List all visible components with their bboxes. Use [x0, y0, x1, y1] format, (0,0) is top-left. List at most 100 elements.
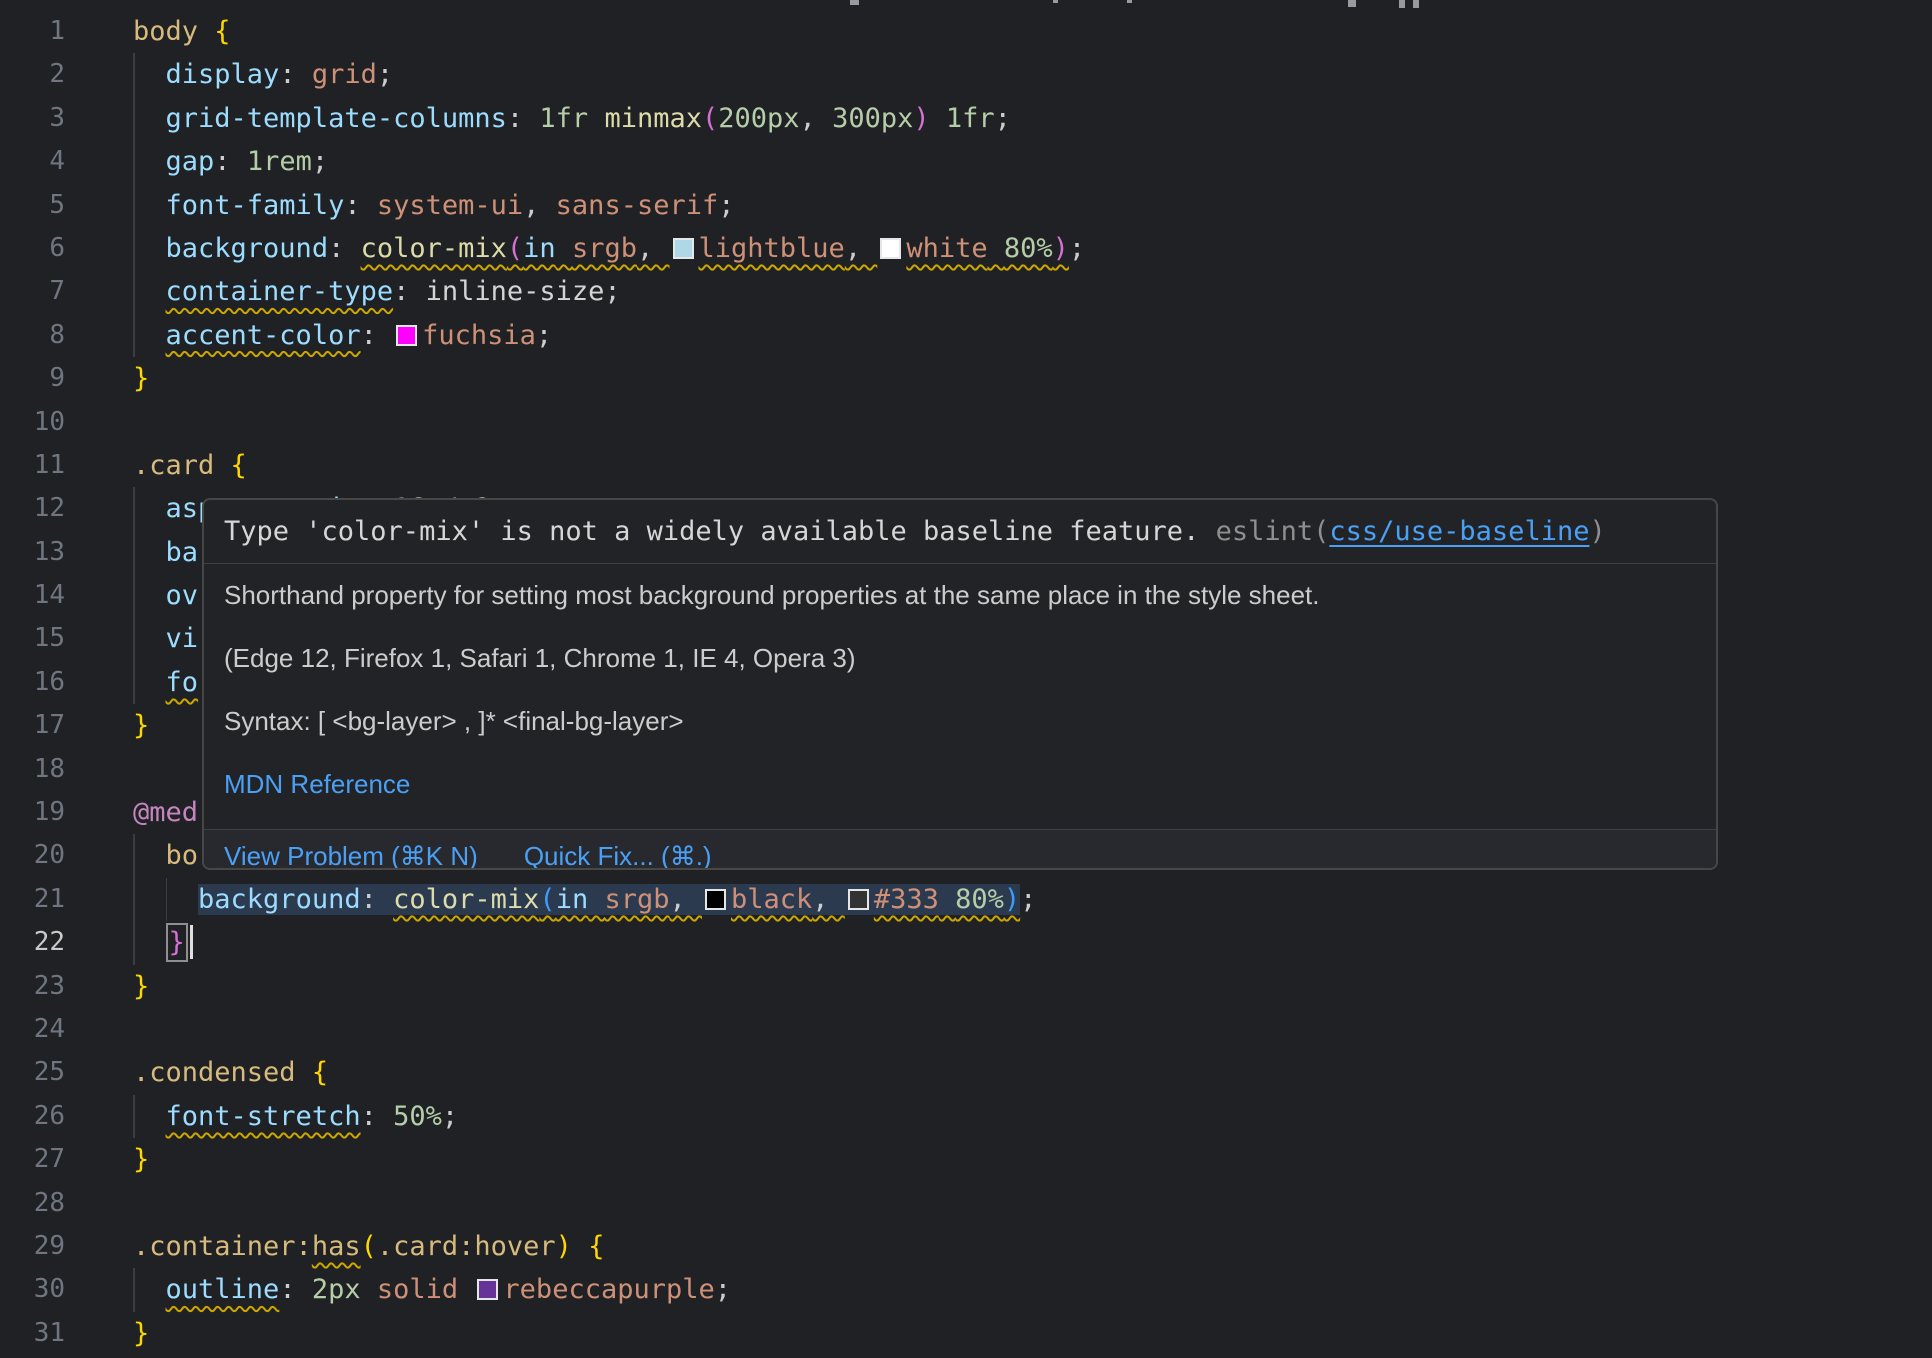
- line-number: 27: [0, 1138, 65, 1181]
- code-line-23[interactable]: 23}: [0, 965, 1932, 1008]
- line-number: 4: [0, 140, 65, 183]
- code-token: (: [507, 233, 523, 264]
- color-swatch[interactable]: [673, 238, 694, 259]
- indent-guide: [133, 661, 135, 704]
- clipped-glyph-fragment: [1348, 0, 1356, 7]
- warning-squiggle: color-mix(in srgb, lightblue, white 80%): [361, 233, 1069, 264]
- code-line-10[interactable]: 10: [0, 401, 1932, 444]
- code-token: [133, 233, 166, 264]
- line-number: 11: [0, 444, 65, 487]
- code-token: .card: [133, 450, 231, 481]
- problem-message-text: Type 'color-mix' is not a widely availab…: [224, 516, 1216, 547]
- hover-doc-paragraph: (Edge 12, Firefox 1, Safari 1, Chrome 1,…: [224, 640, 1696, 677]
- code-line-5[interactable]: 5 font-family: system-ui, sans-serif;: [0, 184, 1932, 227]
- code-token: ): [1004, 884, 1020, 915]
- code-token: [133, 623, 166, 654]
- code-line-7[interactable]: 7 container-type: inline-size;: [0, 270, 1932, 313]
- code-line-26[interactable]: 26 font-stretch: 50%;: [0, 1095, 1932, 1138]
- code-line-28[interactable]: 28: [0, 1182, 1932, 1225]
- code-token: ,: [800, 103, 833, 134]
- code-line-27[interactable]: 27}: [0, 1138, 1932, 1181]
- code-line-8[interactable]: 8 accent-color: fuchsia;: [0, 314, 1932, 357]
- code-token: container-type: [166, 276, 394, 307]
- code-line-9[interactable]: 9}: [0, 357, 1932, 400]
- code-line-24[interactable]: 24: [0, 1008, 1932, 1051]
- code-token: :: [328, 233, 361, 264]
- code-token: :: [279, 59, 312, 90]
- code-token: ;: [715, 1274, 731, 1305]
- code-line-4[interactable]: 4 gap: 1rem;: [0, 140, 1932, 183]
- code-line-1[interactable]: 1body {: [0, 10, 1932, 53]
- clipped-glyph-fragment: [1053, 0, 1058, 3]
- code-token: :: [344, 190, 377, 221]
- line-number: 1: [0, 10, 65, 53]
- color-swatch[interactable]: [848, 889, 869, 910]
- code-line-25[interactable]: 25.condensed {: [0, 1051, 1932, 1094]
- code-token: ;: [377, 59, 393, 90]
- code-line-11[interactable]: 11.card {: [0, 444, 1932, 487]
- code-token: srgb: [604, 884, 669, 915]
- code-token: [133, 276, 166, 307]
- indent-guide: [133, 834, 135, 877]
- code-token: 1rem: [247, 146, 312, 177]
- indent-guide: [133, 574, 135, 617]
- code-line-30[interactable]: 30 outline: 2px solid rebeccapurple;: [0, 1268, 1932, 1311]
- view-problem-link[interactable]: View Problem (⌘K N): [224, 841, 478, 871]
- code-token: background: [198, 884, 361, 915]
- hover-tooltip: Type 'color-mix' is not a widely availab…: [202, 498, 1718, 870]
- code-token: has: [312, 1231, 361, 1262]
- line-number: 6: [0, 227, 65, 270]
- line-number: 14: [0, 574, 65, 617]
- hover-documentation: Shorthand property for setting most back…: [204, 564, 1716, 829]
- code-token: ,: [523, 190, 556, 221]
- line-number: 31: [0, 1312, 65, 1355]
- code-token: :: [361, 320, 394, 351]
- code-token: ): [556, 1231, 572, 1262]
- color-swatch[interactable]: [477, 1279, 498, 1300]
- code-token: ov: [166, 580, 199, 611]
- code-token: [133, 1274, 166, 1305]
- line-number: 8: [0, 314, 65, 357]
- code-token: in: [523, 233, 556, 264]
- code-token: ,: [845, 233, 878, 264]
- code-line-6[interactable]: 6 background: color-mix(in srgb, lightbl…: [0, 227, 1932, 270]
- problem-source-suffix: ): [1589, 516, 1605, 547]
- code-token: (: [539, 884, 555, 915]
- code-token: 1fr: [539, 103, 588, 134]
- code-token: ,: [670, 884, 703, 915]
- code-line-2[interactable]: 2 display: grid;: [0, 53, 1932, 96]
- quick-fix-link[interactable]: Quick Fix... (⌘.): [524, 841, 712, 871]
- code-token: 80%: [955, 884, 1004, 915]
- code-token: rebeccapurple: [503, 1274, 714, 1305]
- code-token: [133, 103, 166, 134]
- code-token: .condensed: [133, 1057, 312, 1088]
- code-token: [588, 884, 604, 915]
- code-token: srgb: [572, 233, 637, 264]
- code-token: color-mix: [361, 233, 507, 264]
- code-token: color-mix: [393, 884, 539, 915]
- code-line-3[interactable]: 3 grid-template-columns: 1fr minmax(200p…: [0, 97, 1932, 140]
- code-token: [133, 840, 166, 871]
- code-token: 2px: [312, 1274, 361, 1305]
- code-line-22[interactable]: 22 }: [0, 921, 1932, 964]
- warning-squiggle: font-stretch: [166, 1101, 361, 1132]
- code-token: font-stretch: [166, 1101, 361, 1132]
- line-number: 9: [0, 357, 65, 400]
- code-token: [458, 1274, 474, 1305]
- code-line-31[interactable]: 31}: [0, 1312, 1932, 1355]
- color-swatch[interactable]: [880, 238, 901, 259]
- color-swatch[interactable]: [396, 325, 417, 346]
- rule-link[interactable]: css/use-baseline: [1329, 516, 1589, 547]
- warning-squiggle: outline: [166, 1274, 280, 1305]
- code-line-29[interactable]: 29.container:has(.card:hover) {: [0, 1225, 1932, 1268]
- code-token: }: [133, 1318, 149, 1349]
- code-line-21[interactable]: 21 background: color-mix(in srgb, black,…: [0, 878, 1932, 921]
- mdn-reference-link[interactable]: MDN Reference: [224, 766, 1696, 803]
- color-swatch[interactable]: [705, 889, 726, 910]
- indent-guide: [133, 184, 135, 227]
- code-token: display: [166, 59, 280, 90]
- code-token: [133, 190, 166, 221]
- code-token: {: [312, 1057, 328, 1088]
- line-number: 18: [0, 748, 65, 791]
- code-token: ;: [442, 1101, 458, 1132]
